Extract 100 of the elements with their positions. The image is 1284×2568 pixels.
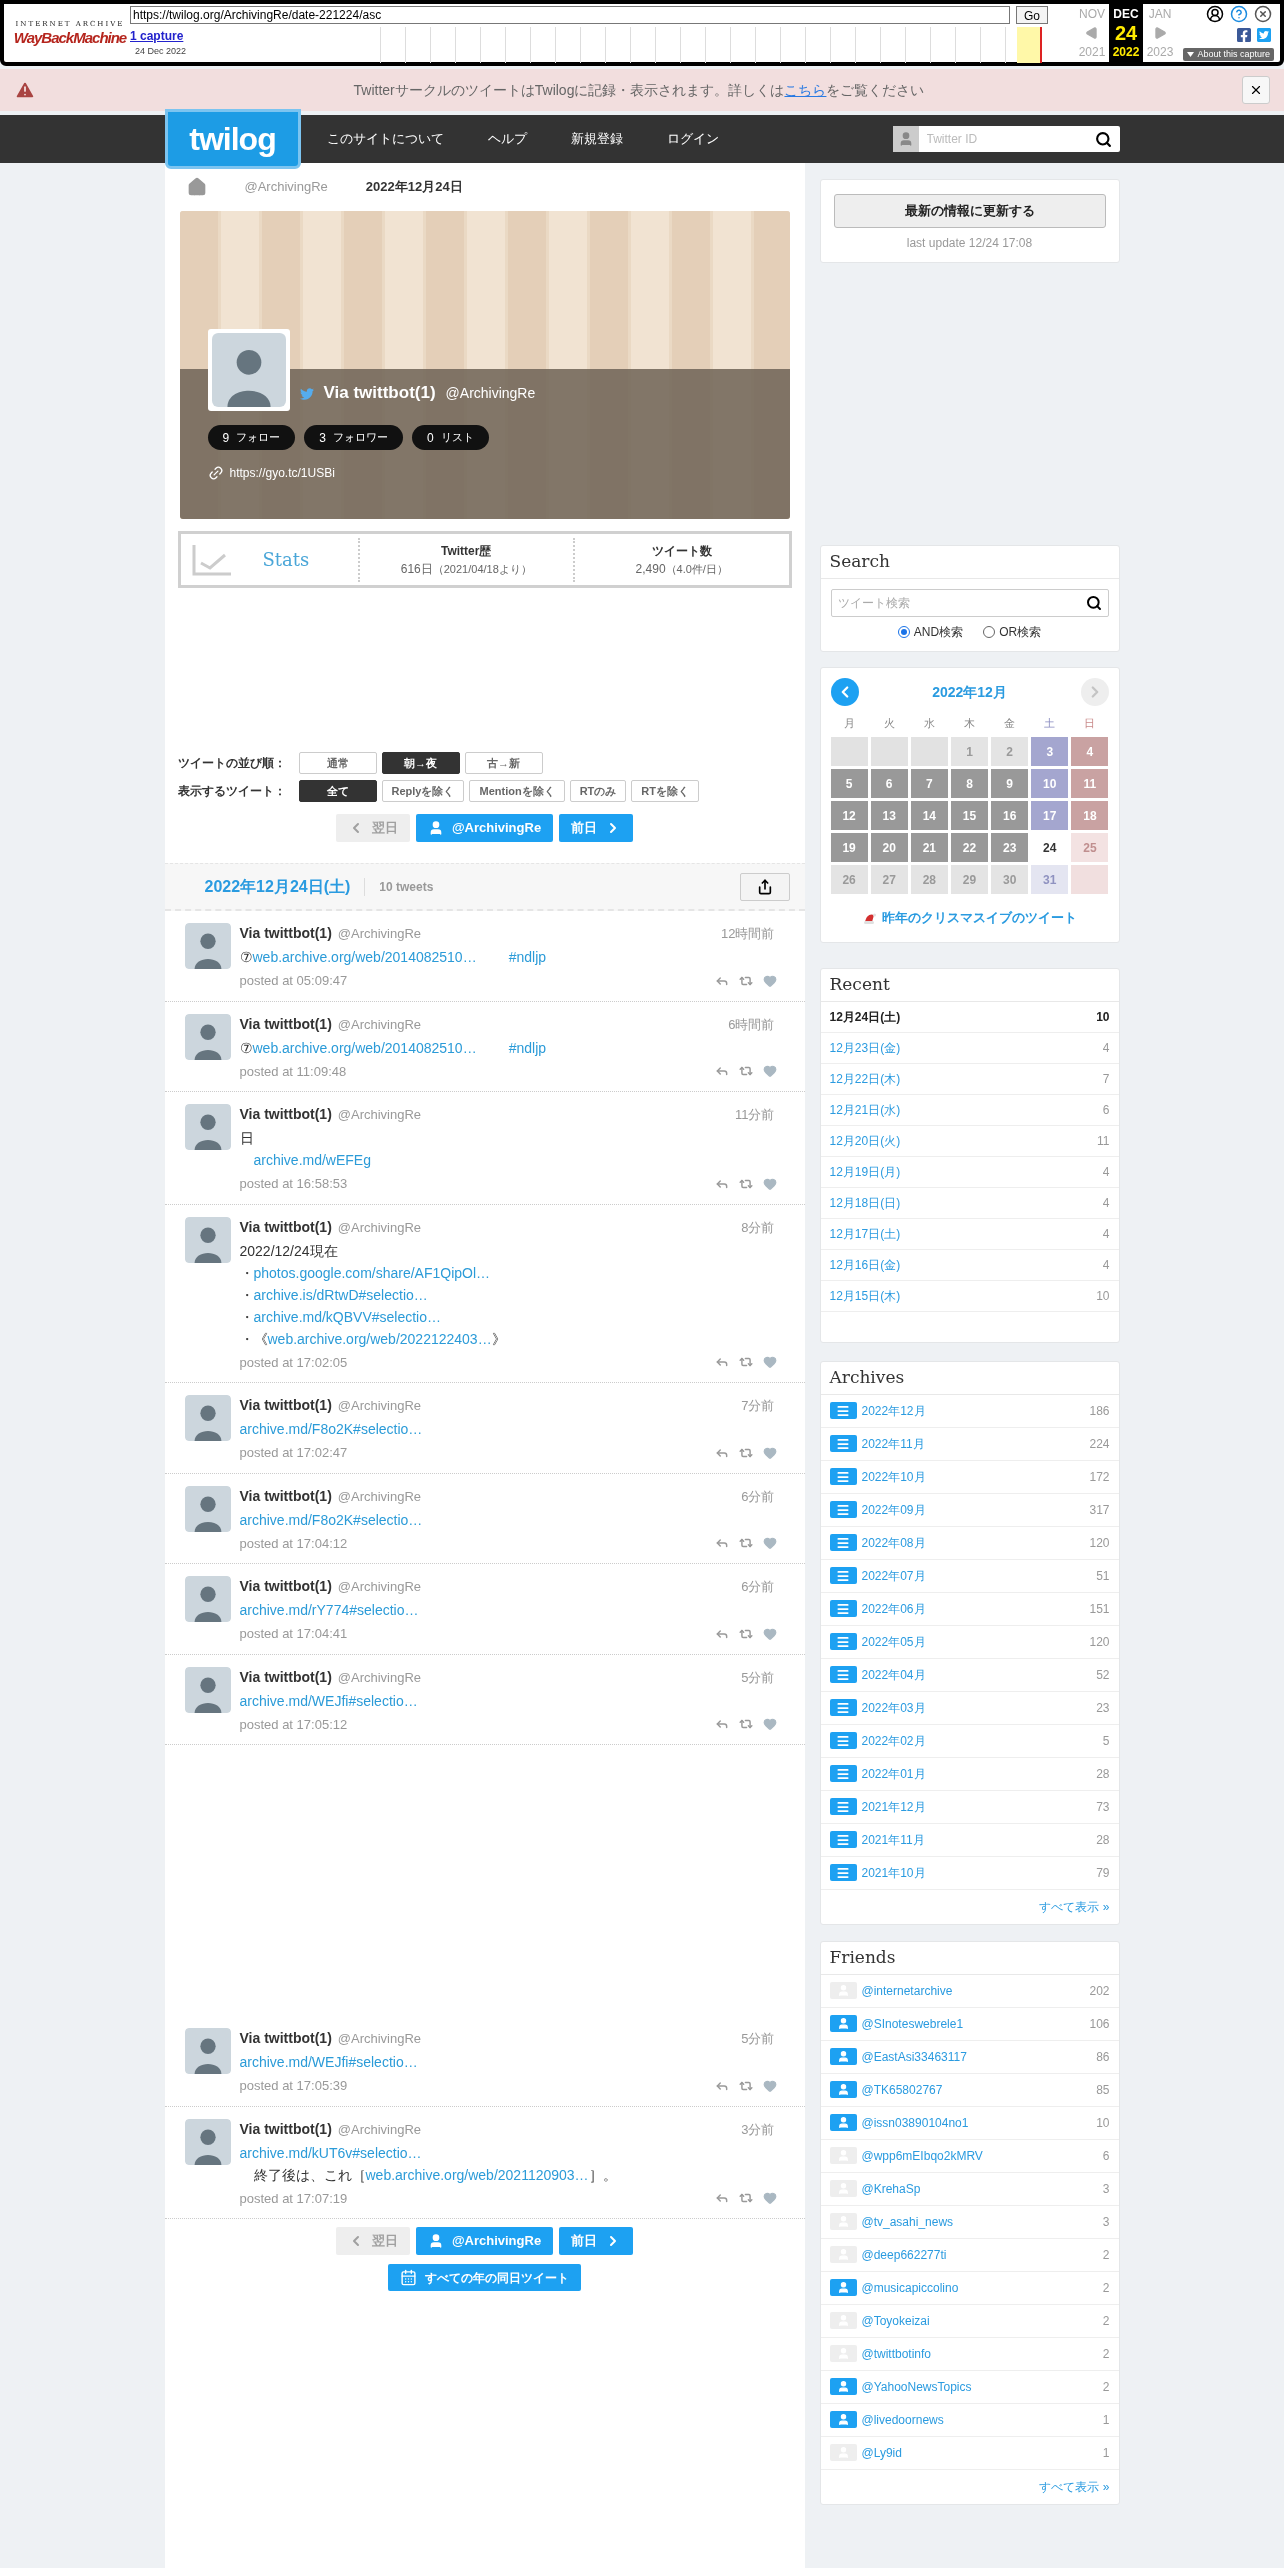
show-all-link[interactable]: すべて表示 » (1039, 2477, 1110, 2496)
heart-icon[interactable] (762, 1536, 777, 1551)
friend-link[interactable]: @EastAsi33463117 (861, 2047, 967, 2066)
posted-time[interactable]: posted at 17:02:47 (239, 1443, 348, 1463)
archive-month-link[interactable]: 2021年10月 (861, 1863, 926, 1882)
filter-option[interactable]: 通常 (298, 752, 377, 774)
twilog-logo[interactable]: twilog (164, 109, 301, 169)
tweet-link[interactable]: archive.md/WEJfi#selectio… (239, 2053, 418, 2072)
recent-day-item[interactable]: 12月22日(木) 7 (820, 1063, 1119, 1095)
friend-link[interactable]: @musicapiccolino (861, 2278, 959, 2297)
calendar-day[interactable]: 3 (1031, 737, 1069, 766)
calendar-day[interactable]: 21 (910, 833, 948, 862)
tweet-link[interactable]: web.archive.org/web/2022122403… (267, 1329, 492, 1349)
friend-link[interactable]: @YahooNewsTopics (861, 2377, 972, 2396)
time-ago[interactable]: 3分前 (741, 2119, 775, 2139)
filter-option[interactable]: Mentionを除く (469, 780, 565, 802)
filter-option[interactable]: RTを除く (631, 780, 699, 802)
friend-link[interactable]: @tv_asahi_news (861, 2212, 954, 2231)
friend-link[interactable]: @twittbotinfo (861, 2344, 932, 2363)
friend-link[interactable]: @deep662277ti (861, 2245, 947, 2264)
archive-month-link[interactable]: 2022年01月 (861, 1764, 926, 1783)
show-all-link[interactable]: すべて表示 » (1039, 1897, 1110, 1916)
archive-month-link[interactable]: 2022年09月 (861, 1500, 926, 1519)
go-button[interactable]: Go (1016, 6, 1048, 24)
twitter-id-field[interactable]: Twitter ID (918, 126, 1095, 152)
calendar-day[interactable]: 10 (1031, 769, 1069, 798)
author-handle[interactable]: @ArchivingRe (337, 1217, 422, 1237)
time-ago[interactable]: 5分前 (741, 2029, 775, 2049)
count-pill[interactable]: 0 リスト (411, 425, 489, 450)
heart-icon[interactable] (762, 1717, 777, 1732)
recent-day-item[interactable]: 12月19日(月) 4 (820, 1156, 1119, 1188)
calendar-day[interactable]: 7 (910, 769, 948, 798)
posted-time[interactable]: posted at 16:58:53 (239, 1174, 348, 1194)
nav-link[interactable]: ヘルプ (487, 129, 527, 149)
user-page-button[interactable]: @ArchivingRe (415, 814, 554, 842)
recent-day-item[interactable]: 12月24日(土) 10 (820, 1001, 1119, 1033)
archive-month-link[interactable]: 2022年10月 (861, 1467, 926, 1486)
archive-month-link[interactable]: 2022年05月 (861, 1632, 926, 1651)
previous-arrow-icon[interactable] (1085, 26, 1099, 40)
tweet-link[interactable]: web.archive.org/web/2014082510… (252, 948, 477, 967)
twitter-id-box[interactable]: Twitter ID (892, 126, 1120, 152)
posted-time[interactable]: posted at 17:02:05 (239, 1352, 348, 1372)
tweet-link[interactable]: archive.md/kUT6v#selectio… (239, 2143, 422, 2163)
close-button[interactable] (1242, 76, 1270, 104)
time-ago[interactable]: 6分前 (741, 1577, 775, 1597)
heart-icon[interactable] (762, 2078, 777, 2093)
nav-link[interactable]: 新規登録 (570, 129, 623, 149)
author-name[interactable]: Via twittbot(1) (239, 2028, 332, 2049)
archive-month-link[interactable]: 2022年04月 (861, 1665, 926, 1684)
breadcrumb-link[interactable]: @ArchivingRe (244, 177, 328, 197)
calendar-day[interactable]: 19 (830, 833, 868, 862)
posted-time[interactable]: posted at 05:09:47 (239, 971, 348, 991)
profile-url[interactable]: https://gyo.tc/1USBi (229, 464, 335, 482)
tweet-link[interactable]: archive.md/rY774#selectio… (239, 1601, 419, 1620)
tweet-search-field[interactable]: ツイート検索 (837, 591, 1086, 615)
filter-option[interactable]: RTのみ (569, 780, 627, 802)
archive-month-link[interactable]: 2021年12月 (861, 1797, 926, 1816)
recent-day-item[interactable]: 12月20日(火) 11 (820, 1125, 1119, 1157)
recent-day-item[interactable]: 12月18日(日) 4 (820, 1187, 1119, 1219)
calendar-day[interactable]: 18 (1071, 801, 1109, 830)
author-name[interactable]: Via twittbot(1) (239, 1216, 332, 1238)
friend-link[interactable]: @livedoornews (861, 2410, 944, 2429)
recent-day-item[interactable]: 12月15日(木) 10 (820, 1280, 1119, 1312)
author-name[interactable]: Via twittbot(1) (239, 1576, 332, 1597)
search-icon[interactable] (1094, 130, 1112, 148)
facebook-icon[interactable] (1236, 27, 1252, 44)
captures-link[interactable]: 1 capture (130, 27, 184, 45)
friend-link[interactable]: @wpp6mEIbqo2kMRV (861, 2146, 983, 2165)
calendar-day[interactable]: 16 (991, 801, 1029, 830)
friend-link[interactable]: @KrehaSp (861, 2179, 921, 2198)
recent-day-item[interactable]: 12月16日(金) 4 (820, 1249, 1119, 1281)
search-icon[interactable] (1085, 595, 1102, 611)
tweet-link[interactable]: web.archive.org/web/2021120903… (365, 2165, 589, 2185)
posted-time[interactable]: posted at 17:07:19 (239, 2188, 348, 2208)
about-capture-button[interactable]: About this capture (1183, 47, 1274, 61)
calendar-day[interactable]: 6 (870, 769, 908, 798)
heart-icon[interactable] (762, 1445, 777, 1460)
tweet-link[interactable]: archive.md/F8o2K#selectio… (239, 1510, 423, 1530)
friend-link[interactable]: @TK65802767 (861, 2080, 943, 2099)
author-handle[interactable]: @ArchivingRe (337, 1396, 422, 1416)
time-ago[interactable]: 11分前 (735, 1105, 775, 1125)
search-mode-radio[interactable]: OR検索 (983, 623, 1042, 641)
author-name[interactable]: Via twittbot(1) (239, 923, 332, 944)
search-mode-radio[interactable]: AND検索 (897, 623, 964, 641)
heart-icon[interactable] (762, 2191, 777, 2206)
author-handle[interactable]: @ArchivingRe (337, 2119, 422, 2139)
posted-time[interactable]: posted at 17:05:39 (239, 2076, 348, 2096)
archive-month-link[interactable]: 2022年11月 (861, 1434, 925, 1453)
author-handle[interactable]: @ArchivingRe (337, 924, 422, 944)
author-handle[interactable]: @ArchivingRe (337, 1014, 422, 1034)
tweet-search-box[interactable]: ツイート検索 (830, 589, 1109, 617)
calendar-day[interactable]: 4 (1071, 737, 1109, 766)
calendar-day[interactable]: 17 (1031, 801, 1069, 830)
recent-day-item[interactable]: 12月17日(土) 4 (820, 1218, 1119, 1250)
tweet-link[interactable]: #ndljp (508, 948, 547, 967)
friend-link[interactable]: @issn03890104no1 (861, 2113, 969, 2132)
recent-day-item[interactable]: 12月21日(水) 6 (820, 1094, 1119, 1126)
christmas-link[interactable]: 昨年のクリスマスイブのツイート (881, 908, 1077, 928)
archive-month-link[interactable]: 2022年03月 (861, 1698, 926, 1717)
posted-time[interactable]: posted at 17:04:41 (239, 1624, 348, 1644)
